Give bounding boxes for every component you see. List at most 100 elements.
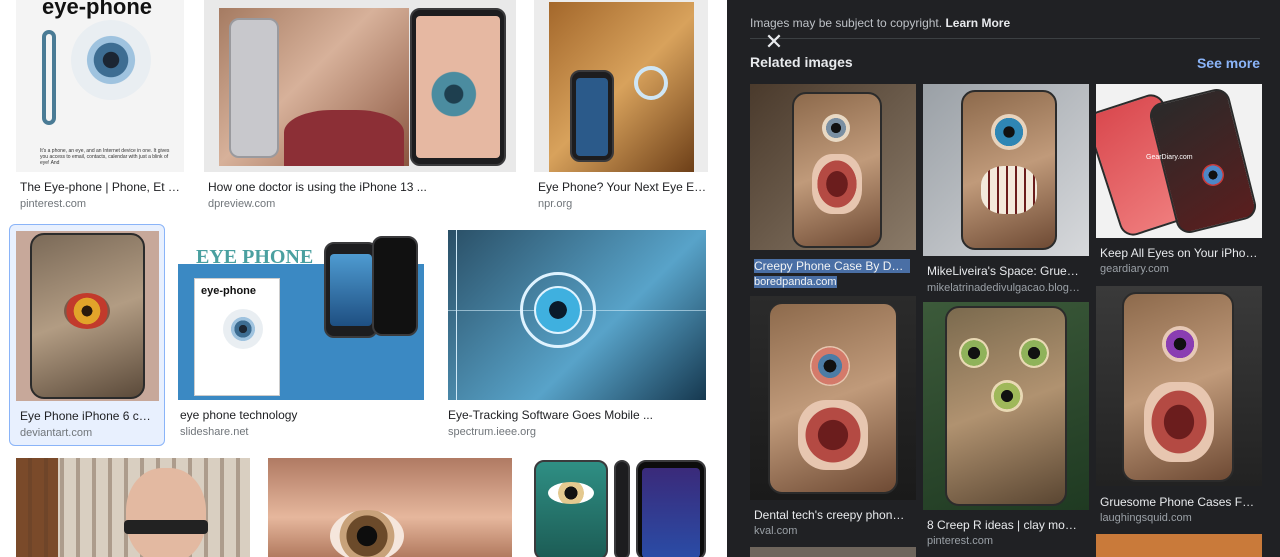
result-thumbnail[interactable]: eye-phone It's a phone, an eye, and an I… [16,0,184,172]
result-card[interactable] [16,458,250,557]
result-thumbnail[interactable] [16,458,250,557]
iphone-image [324,242,378,338]
result-card-selected[interactable]: Eye Phone iPhone 6 cas... deviantart.com [9,224,165,446]
phone-case-image [534,460,608,557]
related-image-card[interactable]: MikeLiveira's Space: Grueso... mikelatri… [923,84,1089,294]
result-site: npr.org [538,198,573,210]
target-ring [534,286,582,334]
eye-image [1202,164,1224,186]
result-thumbnail[interactable] [534,0,708,172]
result-thumbnail[interactable] [204,0,516,172]
scan-grid-line [456,230,457,400]
result-thumbnail[interactable]: EYE PHONE eye-phone [178,230,424,400]
result-thumbnail[interactable] [448,230,706,400]
related-images-heading: Related images [750,54,853,70]
related-title[interactable]: Keep All Eyes on Your iPhon... [1100,246,1258,260]
eye-image [330,510,404,557]
result-site: pinterest.com [20,198,87,210]
related-title[interactable]: Creepy Phone Case By Denta... [754,259,910,273]
panel-title-clipped [750,0,1260,6]
eye-image [991,114,1027,150]
watermark-text: GearDiary.com [1146,154,1193,161]
related-image-card[interactable]: Gruesome Phone Cases Fea... laughingsqui… [1096,286,1262,531]
result-title[interactable]: Eye Phone? Your Next Eye Exa... [538,180,708,194]
close-icon[interactable]: ✕ [760,28,788,56]
related-site: laughingsquid.com [1100,512,1192,524]
slide-subheading: eye-phone [201,285,257,297]
slide-heading: EYE PHONE [196,246,314,268]
image-results-grid: eye-phone It's a phone, an eye, and an I… [0,0,727,557]
result-site: deviantart.com [20,427,93,439]
related-thumbnail-partial[interactable] [1096,534,1262,557]
eyeball-image [71,20,151,100]
result-thumbnail[interactable] [16,231,159,401]
phone-image [614,460,630,557]
eye-image [1162,326,1198,362]
person-head [126,468,206,557]
eyeball-image [223,309,263,349]
related-site: boredpanda.com [754,276,837,288]
result-title[interactable]: Eye-Tracking Software Goes Mobile ... [448,408,704,422]
result-title[interactable]: How one doctor is using the iPhone 13 ..… [208,180,508,194]
image-preview-panel: Images may be subject to copyright. Lear… [727,0,1280,557]
related-site: pinterest.com [927,535,994,547]
mouth-image [981,166,1037,214]
result-title[interactable]: Eye Phone iPhone 6 cas... [20,409,154,423]
eye-image [959,338,989,368]
divider [750,38,1260,39]
result-card[interactable]: How one doctor is using the iPhone 13 ..… [204,0,516,214]
phone-image [229,18,279,158]
result-card[interactable]: EYE PHONE eye-phone eye phone technology… [176,230,426,444]
related-image-card[interactable]: 8 Creep R ideas | clay monst... pinteres… [923,302,1089,552]
related-thumbnail[interactable] [750,296,916,500]
mouth-image [798,400,868,470]
result-title[interactable]: eye phone technology [180,408,420,422]
phone-image [570,70,614,162]
result-thumbnail[interactable] [268,458,512,557]
related-thumbnail[interactable] [923,84,1089,256]
phone-image [410,8,506,166]
result-thumbnail[interactable] [530,458,710,557]
mouth-image [1144,382,1214,462]
result-title[interactable]: The Eye-phone | Phone, Et ph... [20,180,184,194]
copyright-notice: Images may be subject to copyright. Lear… [750,16,1010,30]
slide-card: eye-phone [194,278,280,396]
related-site: mikelatrinadedivulgacao.blogs... [927,282,1083,294]
eye-pattern [548,482,594,504]
phone-image [636,460,706,557]
result-site: spectrum.ieee.org [448,426,537,438]
related-image-card[interactable]: Dental tech's creepy phone c... kval.com [750,296,916,546]
related-site: kval.com [754,525,798,537]
result-card[interactable]: Eye-Tracking Software Goes Mobile ... sp… [446,230,708,444]
eye-image [64,293,110,329]
related-title[interactable]: MikeLiveira's Space: Grueso... [927,264,1083,278]
result-site: dpreview.com [208,198,276,210]
mouth-image [812,154,862,214]
lens-ring [634,66,668,100]
learn-more-link[interactable]: Learn More [945,16,1010,30]
result-card[interactable]: Eye Phone? Your Next Eye Exa... npr.org [534,0,710,214]
related-thumbnail[interactable] [1096,286,1262,486]
related-thumbnail[interactable] [923,302,1089,510]
related-image-card[interactable]: Creepy Phone Case By Denta... boredpanda… [750,84,916,294]
result-site: slideshare.net [180,426,249,438]
eye-image [1019,338,1049,368]
related-image-card[interactable]: GearDiary.com Keep All Eyes on Your iPho… [1096,84,1262,284]
result-card[interactable] [530,458,710,557]
related-site: geardiary.com [1100,263,1169,275]
related-thumbnail[interactable]: GearDiary.com [1096,84,1262,238]
result-card[interactable] [268,458,512,557]
eye-image [810,346,850,386]
related-title[interactable]: 8 Creep R ideas | clay monst... [927,518,1083,532]
eye-image [991,380,1023,412]
related-thumbnail-partial[interactable] [750,547,916,557]
see-more-link[interactable]: See more [1197,55,1260,71]
thumb-heading: eye-phone [42,0,153,19]
related-title[interactable]: Gruesome Phone Cases Fea... [1100,495,1258,509]
related-title[interactable]: Dental tech's creepy phone c... [754,508,910,522]
telephone-icon [42,30,56,125]
related-thumbnail[interactable] [750,84,916,250]
result-card[interactable]: eye-phone It's a phone, an eye, and an I… [14,0,188,214]
mask-shape [284,110,404,166]
iphone-image [372,236,418,336]
